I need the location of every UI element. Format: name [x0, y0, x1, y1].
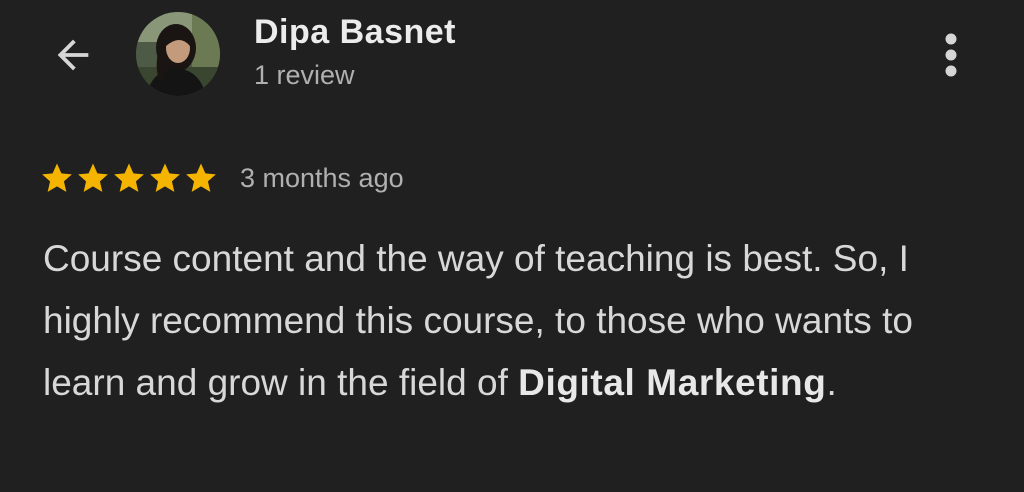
avatar-image [136, 12, 220, 96]
star-rating [40, 161, 218, 195]
review-count: 1 review [254, 60, 355, 90]
review-date: 3 months ago [240, 162, 404, 193]
review-text-end: . [826, 362, 837, 403]
star-icon [42, 163, 72, 192]
reviewer-name[interactable]: Dipa Basnet [254, 12, 456, 52]
review-text-highlight: Digital Marketing [518, 362, 827, 403]
review-text: Course content and the way of teaching i… [43, 228, 1003, 414]
rating-row: 3 months ago [40, 158, 404, 198]
review-header: Dipa Basnet 1 review [0, 0, 1024, 110]
arrow-back-icon [57, 39, 89, 71]
star-icon [78, 163, 108, 192]
star-icon [186, 163, 216, 192]
back-button[interactable] [44, 26, 102, 84]
avatar[interactable] [136, 12, 220, 96]
star-icon [114, 163, 144, 192]
more-vert-icon [945, 33, 957, 77]
more-options-button[interactable] [924, 28, 978, 82]
star-icon [150, 163, 180, 192]
